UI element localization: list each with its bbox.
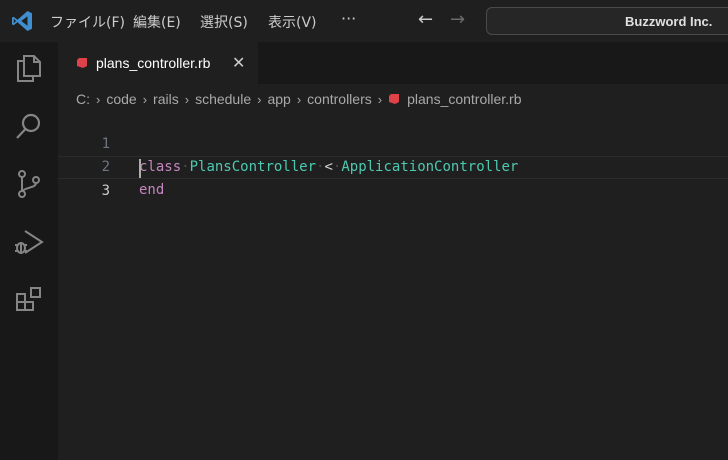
ruby-icon — [389, 94, 400, 104]
chevron-right-icon: › — [142, 91, 148, 107]
keyword-token: end — [139, 182, 165, 198]
run-debug-icon[interactable] — [13, 226, 45, 258]
vscode-logo-icon — [12, 11, 32, 31]
menu-view[interactable]: 表示(V) — [268, 12, 317, 32]
breadcrumb-code[interactable]: code — [106, 91, 136, 107]
code-line: 1 class·PlansController·<·ApplicationCon… — [58, 110, 728, 175]
breadcrumb-app[interactable]: app — [267, 91, 290, 107]
close-icon[interactable]: ✕ — [232, 53, 245, 72]
chevron-right-icon: › — [296, 91, 302, 107]
text-cursor — [139, 159, 141, 178]
breadcrumb-rails[interactable]: rails — [153, 91, 179, 107]
breadcrumb: C: › code › rails › schedule › app › con… — [76, 89, 522, 109]
title-bar: ファイル(F) 編集(E) 選択(S) 表示(V) ··· ← → Buzzwo… — [0, 0, 728, 42]
line-number: 3 — [101, 183, 110, 199]
menu-file[interactable]: ファイル(F) — [50, 12, 125, 32]
back-arrow-icon[interactable]: ← — [418, 9, 433, 30]
chevron-right-icon: › — [377, 91, 383, 107]
tab-bar: plans_controller.rb ✕ — [58, 42, 728, 84]
chevron-right-icon: › — [96, 91, 101, 107]
chevron-right-icon: › — [184, 91, 190, 107]
code-editor[interactable]: 1 class·PlansController·<·ApplicationCon… — [58, 110, 728, 460]
forward-arrow-icon[interactable]: → — [450, 9, 465, 30]
code-line-current: 3 — [58, 156, 728, 199]
menu-more-button[interactable]: ··· — [341, 9, 356, 28]
chevron-right-icon: › — [257, 91, 262, 107]
command-center-search[interactable]: Buzzword Inc. — [486, 7, 728, 35]
ruby-icon — [77, 58, 87, 68]
breadcrumb-controllers[interactable]: controllers — [307, 91, 372, 107]
line-content: end — [139, 179, 164, 202]
breadcrumb-drive[interactable]: C: — [76, 91, 90, 107]
source-control-icon[interactable] — [13, 168, 45, 200]
explorer-icon[interactable] — [13, 52, 45, 84]
search-icon[interactable] — [13, 110, 45, 142]
activity-bar — [0, 42, 58, 460]
breadcrumb-schedule[interactable]: schedule — [195, 91, 251, 107]
command-center-label: Buzzword Inc. — [625, 14, 713, 29]
breadcrumb-file[interactable]: plans_controller.rb — [407, 91, 521, 107]
code-line: 2 end — [58, 133, 728, 198]
menu-edit[interactable]: 編集(E) — [133, 12, 181, 32]
tab-label: plans_controller.rb — [96, 55, 211, 71]
extensions-icon[interactable] — [13, 284, 45, 316]
menu-selection[interactable]: 選択(S) — [200, 12, 248, 32]
tab-plans-controller[interactable]: plans_controller.rb ✕ — [58, 42, 258, 84]
